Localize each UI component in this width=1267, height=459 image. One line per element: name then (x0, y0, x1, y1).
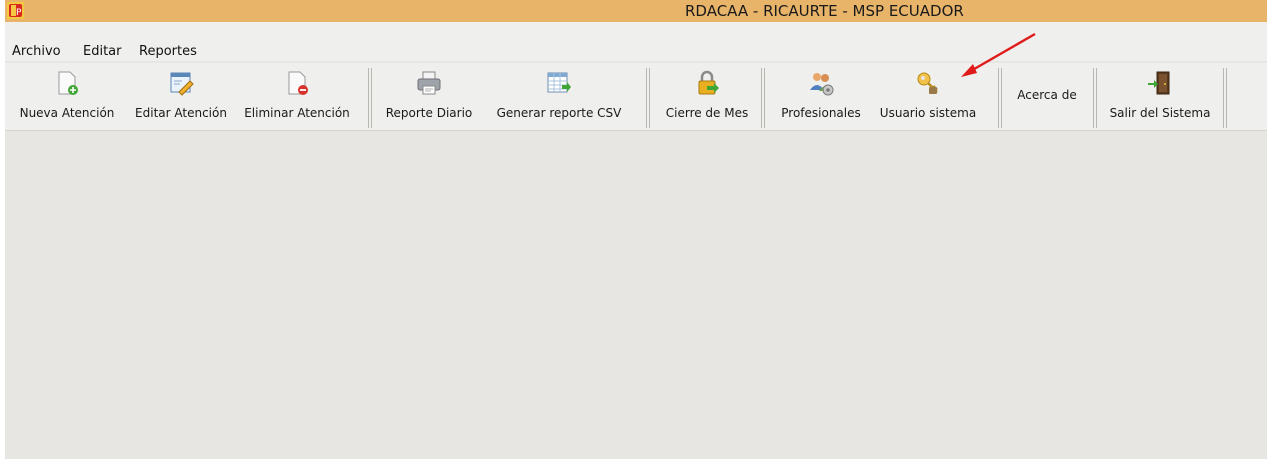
salir-del-sistema-button[interactable]: Salir del Sistema (1104, 70, 1216, 126)
menu-reportes[interactable]: Reportes (139, 44, 197, 59)
editar-atencion-label: Editar Atención (135, 106, 227, 120)
nueva-atencion-button[interactable]: Nueva Atención (11, 70, 123, 126)
lock-icon (698, 70, 719, 95)
profesionales-button[interactable]: Profesionales (773, 70, 869, 126)
printer-icon (417, 71, 441, 95)
annotation-arrow-icon (961, 32, 1036, 77)
cierre-de-mes-label: Cierre de Mes (665, 106, 749, 120)
profesionales-label: Profesionales (781, 106, 861, 120)
nueva-atencion-label: Nueva Atención (19, 106, 115, 120)
window-title: RDACAA - RICAURTE - MSP ECUADOR (685, 2, 964, 20)
new-document-icon (58, 71, 78, 95)
menu-bar-top (5, 22, 1267, 42)
salir-del-sistema-label: Salir del Sistema (1109, 106, 1211, 120)
editar-atencion-button[interactable]: Editar Atención (125, 70, 237, 126)
cierre-de-mes-button[interactable]: Cierre de Mes (657, 70, 757, 126)
title-bar: P RDACAA - RICAURTE - MSP ECUADOR (5, 0, 1267, 22)
key-user-icon (917, 72, 938, 94)
main-content-area (5, 131, 1267, 459)
reporte-diario-button[interactable]: Reporte Diario (379, 70, 479, 126)
app-logo-icon: P (7, 2, 24, 19)
acerca-de-label: Acerca de (1017, 88, 1077, 102)
menu-archivo[interactable]: Archivo (12, 44, 61, 59)
toolbar-separator (761, 68, 765, 128)
toolbar-separator (368, 68, 372, 128)
exit-door-icon (1148, 71, 1170, 95)
generar-reporte-csv-button[interactable]: Generar reporte CSV (487, 70, 631, 126)
edit-document-icon (170, 72, 194, 96)
app-window: P RDACAA - RICAURTE - MSP ECUADOR Archiv… (5, 0, 1267, 459)
toolbar-separator (1093, 68, 1097, 128)
toolbar-separator (1223, 68, 1227, 128)
generar-reporte-csv-label: Generar reporte CSV (496, 106, 622, 120)
usuario-sistema-label: Usuario sistema (879, 106, 977, 120)
delete-document-icon (288, 71, 308, 95)
users-settings-icon (810, 73, 834, 96)
eliminar-atencion-button[interactable]: Eliminar Atención (238, 70, 356, 126)
reporte-diario-label: Reporte Diario (385, 106, 473, 120)
menu-editar[interactable]: Editar (83, 44, 122, 59)
toolbar-separator (646, 68, 650, 128)
eliminar-atencion-label: Eliminar Atención (244, 106, 350, 120)
svg-text:P: P (16, 8, 22, 18)
spreadsheet-export-icon (547, 72, 571, 93)
